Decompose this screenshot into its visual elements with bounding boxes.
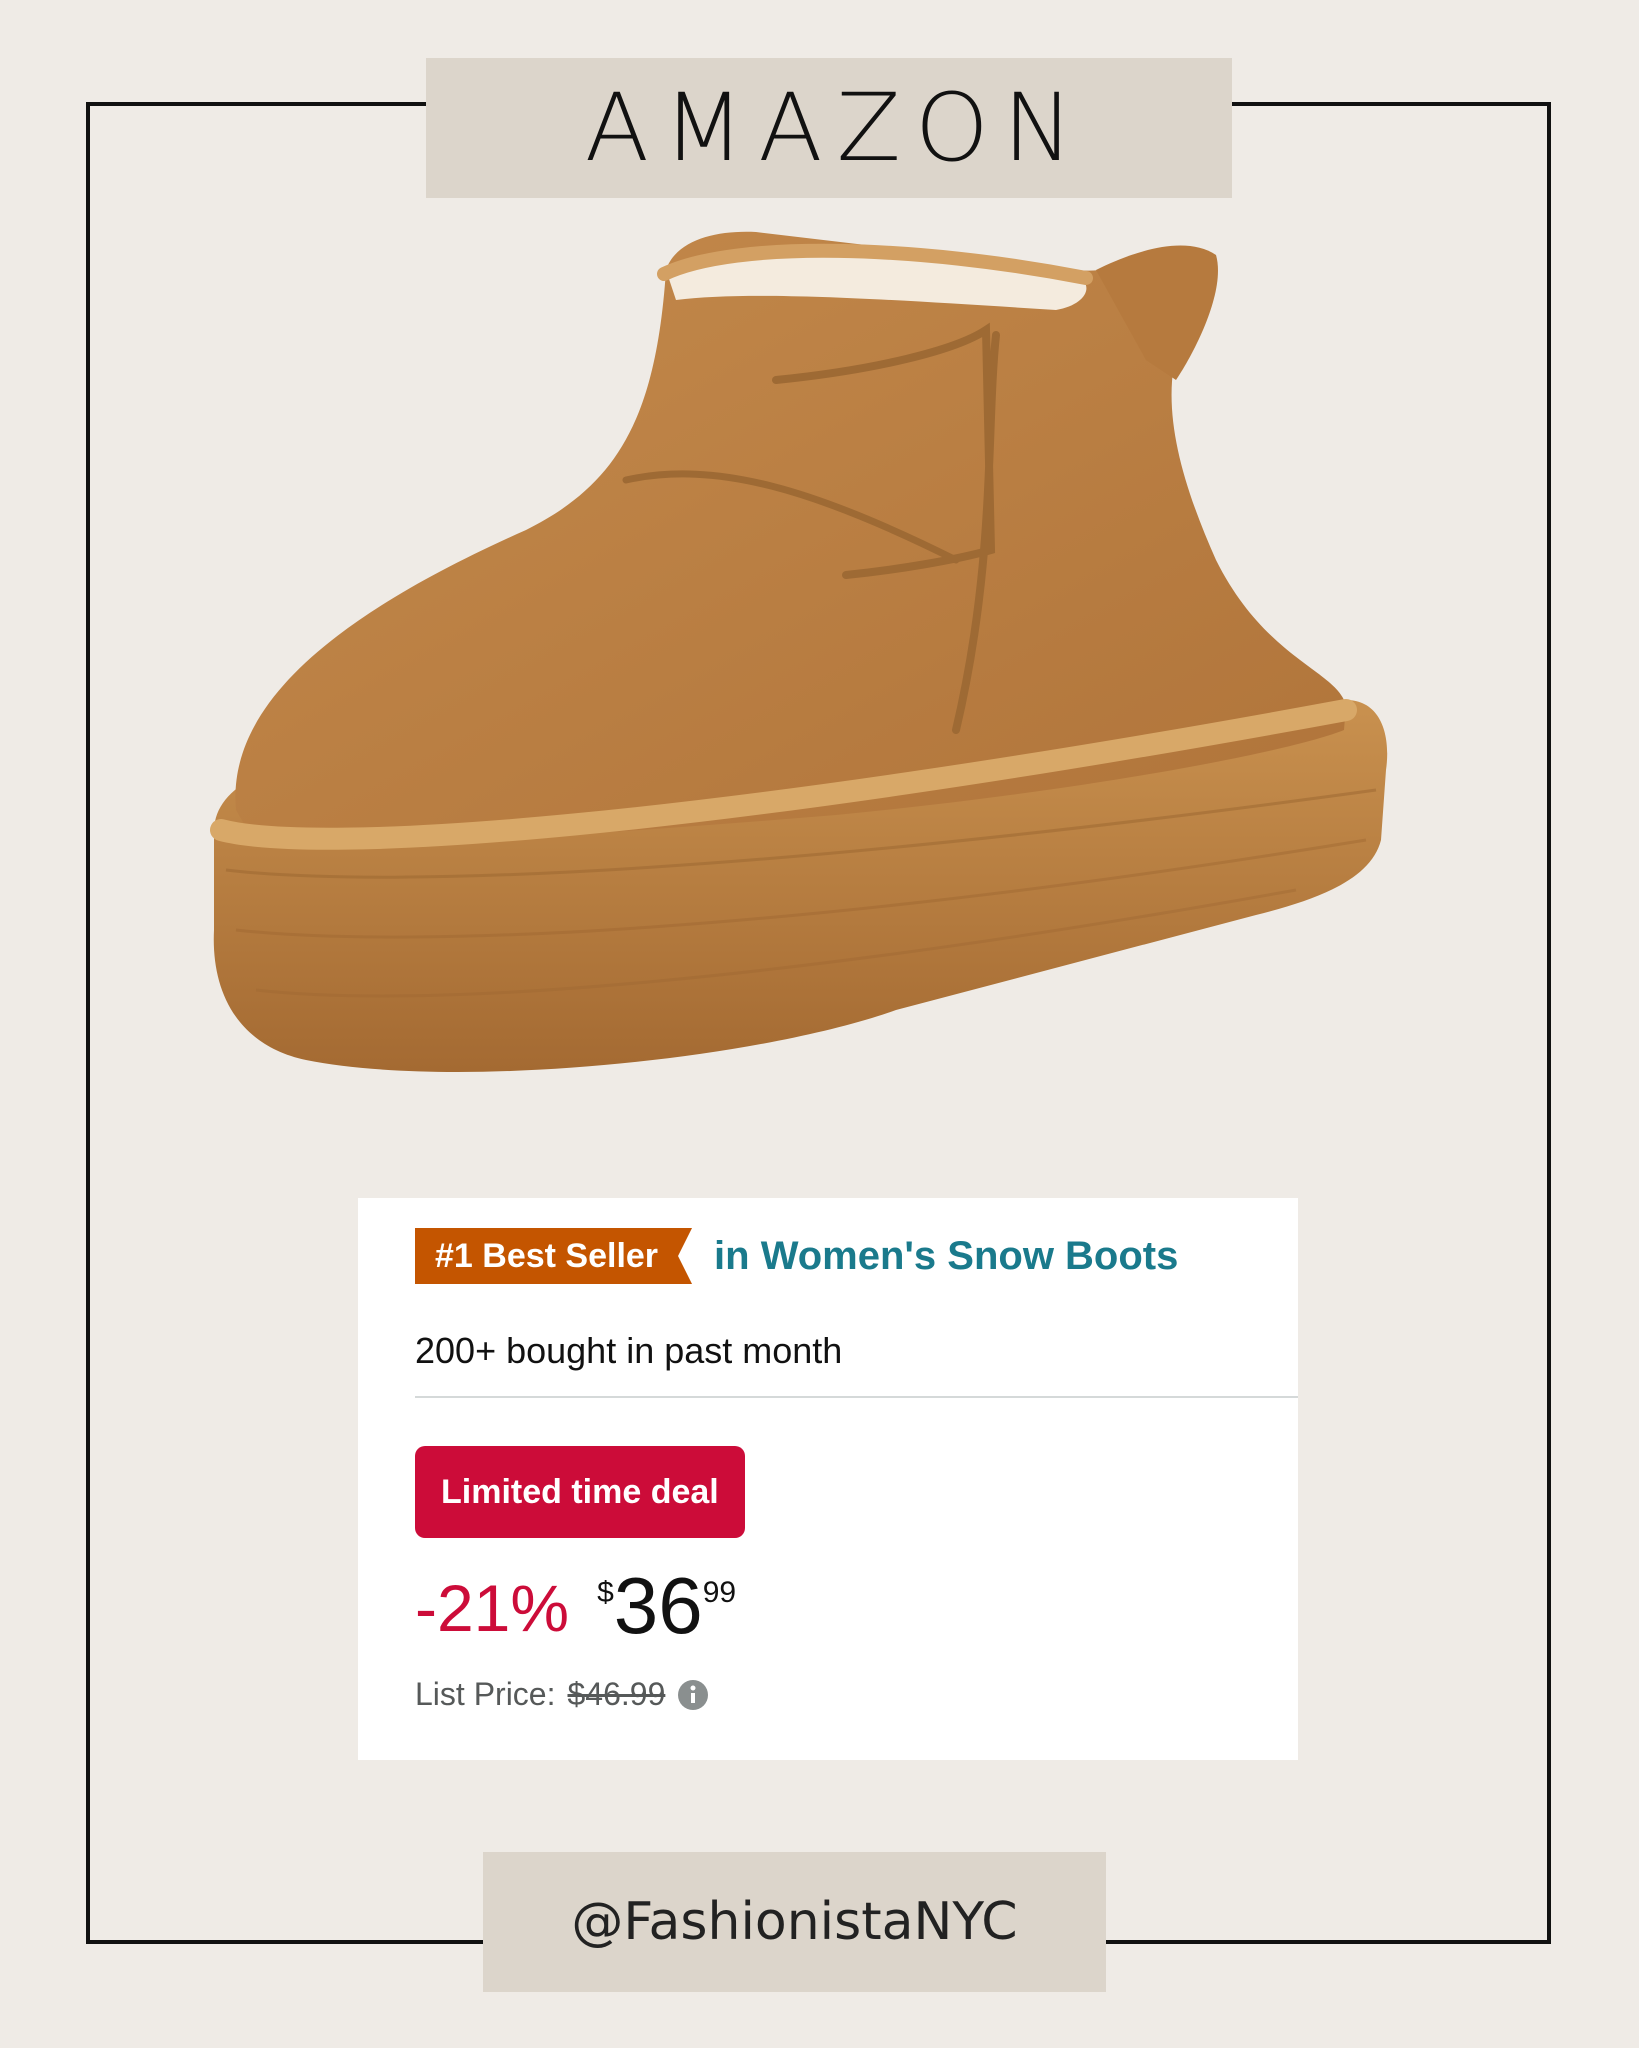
boot-illustration xyxy=(210,231,1388,1072)
discount-percent: -21% xyxy=(415,1571,570,1645)
best-seller-badge[interactable]: #1 Best Seller xyxy=(415,1228,692,1284)
list-price-row: List Price: $46.99 xyxy=(415,1676,709,1713)
page-title: AMAZON xyxy=(584,73,1088,183)
bought-count: 200+ bought in past month xyxy=(415,1330,843,1371)
title-banner: AMAZON xyxy=(426,58,1232,198)
price-whole: 36 xyxy=(613,1561,703,1650)
price-row: -21% $ 36 99 xyxy=(415,1548,736,1652)
list-price-label: List Price: xyxy=(415,1676,556,1712)
social-handle[interactable]: @FashionistaNYC xyxy=(571,1892,1017,1952)
category-link[interactable]: in Women's Snow Boots xyxy=(714,1234,1178,1279)
info-icon[interactable] xyxy=(677,1679,709,1711)
product-info-card: #1 Best Seller in Women's Snow Boots 200… xyxy=(358,1198,1298,1760)
product-image xyxy=(196,230,1486,1130)
handle-banner: @FashionistaNYC xyxy=(483,1852,1106,1992)
currency-symbol: $ xyxy=(597,1576,614,1609)
list-price: $46.99 xyxy=(567,1676,666,1712)
price-fraction: 99 xyxy=(702,1576,737,1609)
deal-badge: Limited time deal xyxy=(415,1446,745,1538)
best-seller-row: #1 Best Seller in Women's Snow Boots xyxy=(415,1226,1178,1286)
divider xyxy=(415,1396,1298,1398)
